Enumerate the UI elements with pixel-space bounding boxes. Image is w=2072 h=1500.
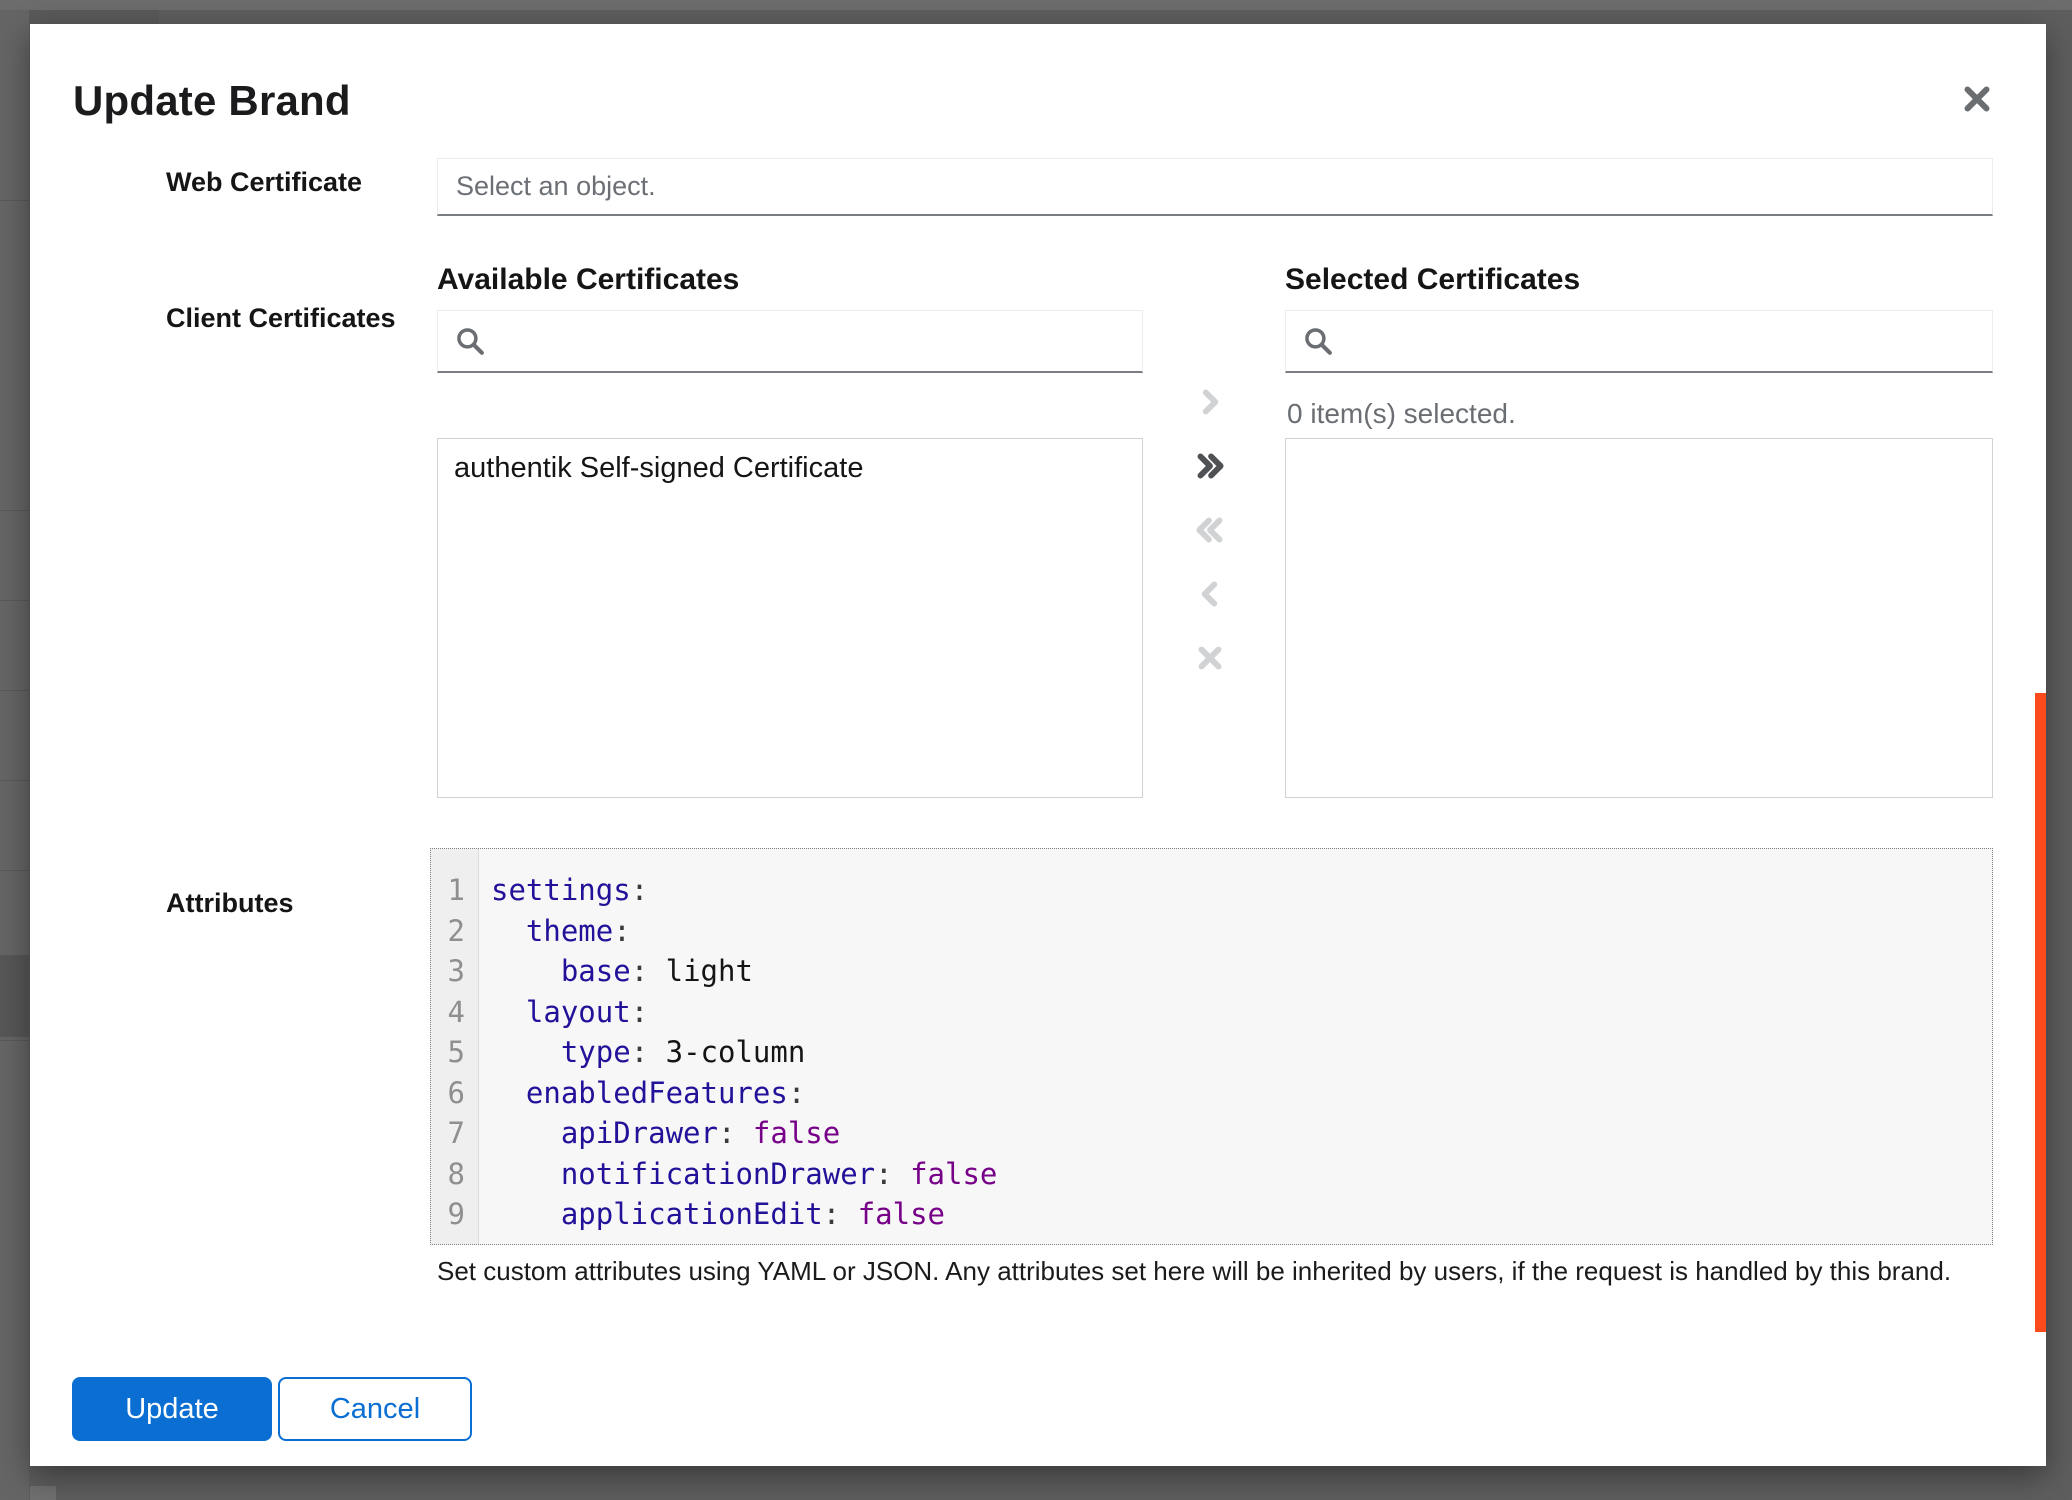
modal-scrollbar-thumb[interactable]: [2035, 693, 2046, 1332]
available-search-input[interactable]: [437, 310, 1143, 373]
web-certificate-label: Web Certificate: [166, 166, 362, 198]
code-line: theme:: [491, 911, 997, 952]
code-line: notificationDrawer: false: [491, 1154, 997, 1195]
code-line: settings:: [491, 870, 997, 911]
code-line: applicationEdit: false: [491, 1194, 997, 1235]
attributes-help-text: Set custom attributes using YAML or JSON…: [437, 1256, 1951, 1287]
attributes-code-editor[interactable]: 123456789 settings: theme: base: light l…: [430, 848, 1993, 1245]
available-certificates-list[interactable]: authentik Self-signed Certificate: [437, 438, 1143, 798]
code-line: type: 3-column: [491, 1032, 997, 1073]
angle-double-right-icon: [1193, 449, 1227, 486]
close-button[interactable]: [1951, 73, 2003, 125]
background-page-fragment: [30, 1486, 56, 1500]
angle-double-left-icon: [1193, 513, 1227, 550]
close-icon: [1958, 80, 1996, 118]
attributes-label: Attributes: [166, 887, 294, 919]
modal-title: Update Brand: [73, 80, 351, 122]
code-line-numbers: 123456789: [431, 849, 479, 1244]
remove-selected-button[interactable]: [1184, 571, 1236, 620]
angle-right-icon: [1193, 385, 1227, 422]
code-line: base: light: [491, 951, 997, 992]
selected-certificates-heading: Selected Certificates: [1285, 263, 1580, 297]
remove-all-button[interactable]: [1184, 507, 1236, 556]
code-line: enabledFeatures:: [491, 1073, 997, 1114]
background-page-topbar: [0, 0, 2072, 10]
selected-certificates-list[interactable]: [1285, 438, 1993, 798]
web-certificate-select[interactable]: [437, 158, 1993, 216]
certificate-list-item[interactable]: authentik Self-signed Certificate: [438, 439, 1142, 498]
code-line: layout:: [491, 992, 997, 1033]
transfer-controls: [1184, 379, 1236, 684]
code-line: apiDrawer: false: [491, 1113, 997, 1154]
background-page-header: [29, 10, 159, 24]
cancel-button[interactable]: Cancel: [278, 1377, 472, 1441]
client-certificates-label: Client Certificates: [166, 302, 396, 334]
angle-left-icon: [1193, 577, 1227, 614]
selected-search-input[interactable]: [1285, 310, 1993, 373]
code-content: settings: theme: base: light layout: typ…: [479, 849, 997, 1244]
add-all-button[interactable]: [1184, 443, 1236, 492]
available-certificates-heading: Available Certificates: [437, 263, 739, 297]
update-button[interactable]: Update: [72, 1377, 272, 1441]
selected-count-status: 0 item(s) selected.: [1287, 398, 1516, 430]
add-selected-button[interactable]: [1184, 379, 1236, 428]
update-brand-modal: Update Brand Web Certificate Client Cert…: [30, 24, 2046, 1466]
background-sidebar: [0, 10, 29, 1500]
times-icon: [1193, 641, 1227, 678]
clear-selection-button[interactable]: [1184, 635, 1236, 684]
